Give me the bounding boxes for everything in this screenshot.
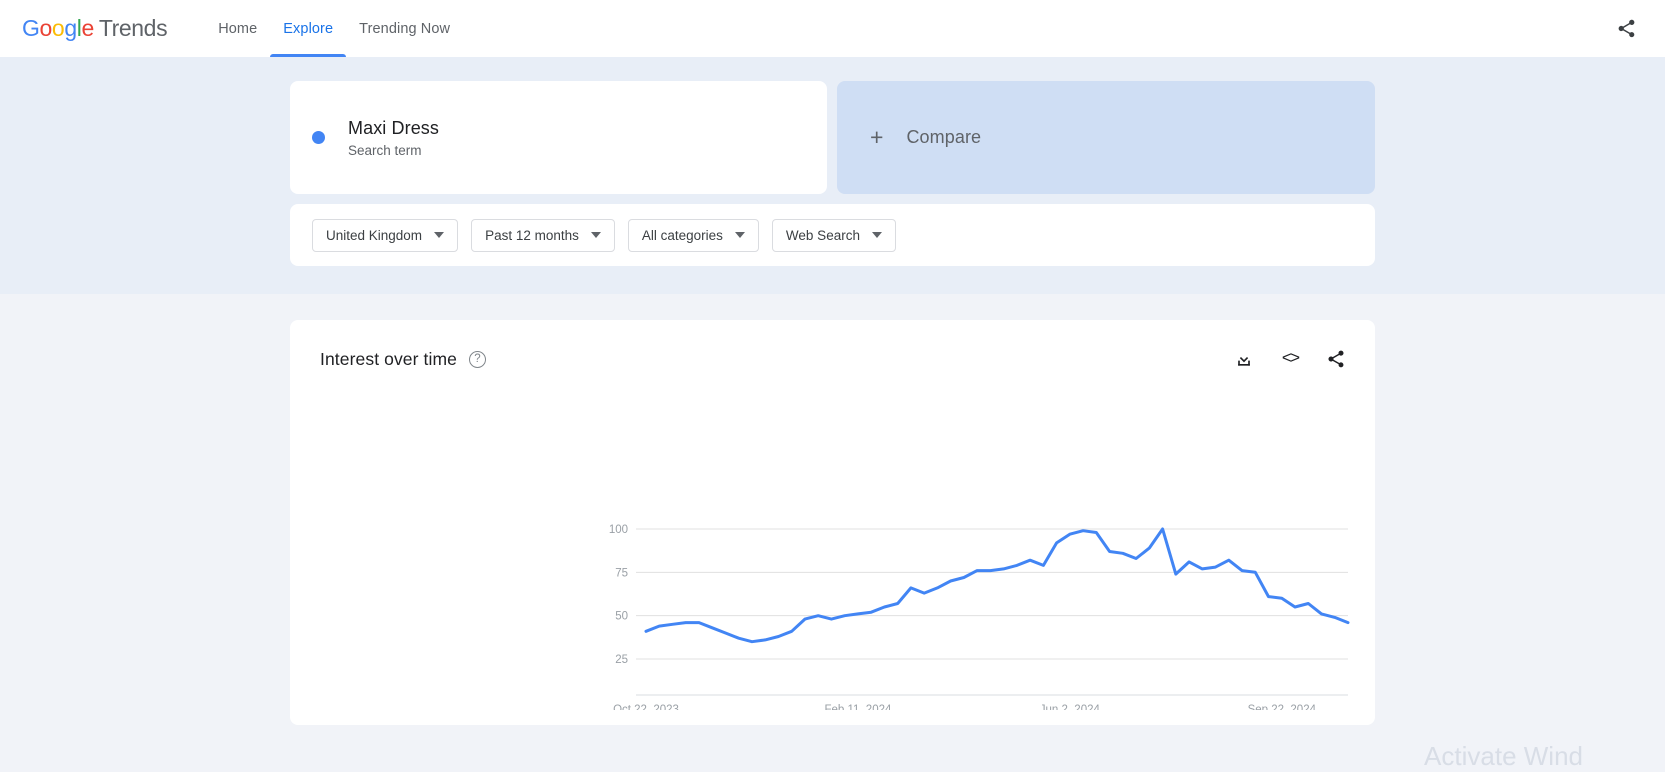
x-axis-tick: Sep 22, 2024	[1248, 704, 1317, 710]
time-range-filter-label: Past 12 months	[485, 227, 579, 243]
page-title: Interest over time	[320, 348, 457, 369]
category-filter[interactable]: All categories	[627, 218, 759, 252]
chevron-down-icon	[734, 232, 745, 238]
compare-button[interactable]: + Compare	[837, 81, 1375, 194]
nav-label: Explore	[283, 20, 334, 37]
logo-letter: G	[22, 15, 40, 41]
category-filter-label: All categories	[641, 227, 723, 243]
nav-label: Trending Now	[359, 20, 451, 37]
y-axis-tick: 100	[609, 524, 628, 536]
search-term-value: Maxi Dress	[348, 117, 440, 138]
search-term-card[interactable]: Maxi Dress Search term	[290, 81, 827, 194]
card-actions: <>	[1233, 348, 1347, 370]
embed-glyph: <>	[1281, 349, 1300, 369]
location-filter[interactable]: United Kingdom	[312, 218, 459, 252]
share-chart-icon[interactable]	[1325, 348, 1347, 370]
nav-label: Home	[218, 20, 258, 37]
search-term-type: Search term	[348, 142, 422, 158]
series-line-maxi-dress[interactable]	[644, 527, 1350, 644]
app-header: G o o g l e Trends Home Explore Trending…	[0, 0, 1665, 57]
x-axis-tick: Feb 11, 2024	[824, 704, 892, 710]
term-texts: Maxi Dress Search term	[348, 118, 439, 158]
search-type-filter[interactable]: Web Search	[771, 218, 896, 252]
series-color-dot	[312, 131, 325, 144]
nav-item-trending-now[interactable]: Trending Now	[346, 0, 463, 57]
plus-icon: +	[870, 124, 884, 150]
y-axis-tick: 75	[615, 567, 628, 579]
logo-letter: o	[39, 15, 53, 41]
page-root: G o o g l e Trends Home Explore Trending…	[0, 0, 1665, 778]
time-range-filter[interactable]: Past 12 months	[471, 218, 615, 252]
location-filter-label: United Kingdom	[326, 227, 423, 243]
search-type-filter-label: Web Search	[785, 227, 860, 243]
chart-area: 100 75 50 25 Oct 22, 2023 Feb 11, 2024 Jun 2, …	[290, 390, 1375, 710]
interest-over-time-card: Interest over time ? <> 100 75 50 25 Oct…	[290, 320, 1375, 725]
nav-item-home[interactable]: Home	[205, 0, 270, 57]
help-icon[interactable]: ?	[469, 350, 486, 368]
share-icon[interactable]	[1609, 12, 1643, 46]
chevron-down-icon	[871, 232, 882, 238]
logo-letter: e	[81, 15, 94, 41]
logo-letter: o	[51, 15, 65, 41]
download-csv-icon[interactable]	[1233, 348, 1255, 370]
search-band: Maxi Dress Search term + Compare United …	[0, 57, 1665, 294]
logo-word-trends: Trends	[98, 15, 168, 41]
band-inner: Maxi Dress Search term + Compare United …	[290, 81, 1375, 266]
embed-code-icon[interactable]: <>	[1279, 348, 1301, 370]
main-nav: Home Explore Trending Now	[205, 0, 463, 57]
term-row: Maxi Dress Search term + Compare	[290, 81, 1375, 194]
y-axis-tick: 50	[615, 611, 628, 623]
y-axis-tick: 25	[615, 654, 628, 666]
interest-over-time-chart[interactable]: 100 75 50 25 Oct 22, 2023 Feb 11, 2024 Jun 2, …	[290, 390, 1375, 710]
filter-bar: United Kingdom Past 12 months All catego…	[290, 204, 1375, 266]
x-axis-tick: Jun 2, 2024	[1040, 704, 1101, 710]
chevron-down-icon	[590, 232, 601, 238]
card-header: Interest over time ? <>	[290, 320, 1375, 370]
logo-letter: g	[64, 15, 77, 41]
main-content: Interest over time ? <> 100 75 50 25 Oct…	[0, 294, 1665, 772]
compare-label: Compare	[906, 127, 982, 147]
nav-item-explore[interactable]: Explore	[270, 0, 347, 57]
x-axis-tick: Oct 22, 2023	[613, 704, 679, 710]
chevron-down-icon	[434, 232, 445, 238]
google-trends-logo[interactable]: G o o g l e Trends	[22, 15, 168, 42]
